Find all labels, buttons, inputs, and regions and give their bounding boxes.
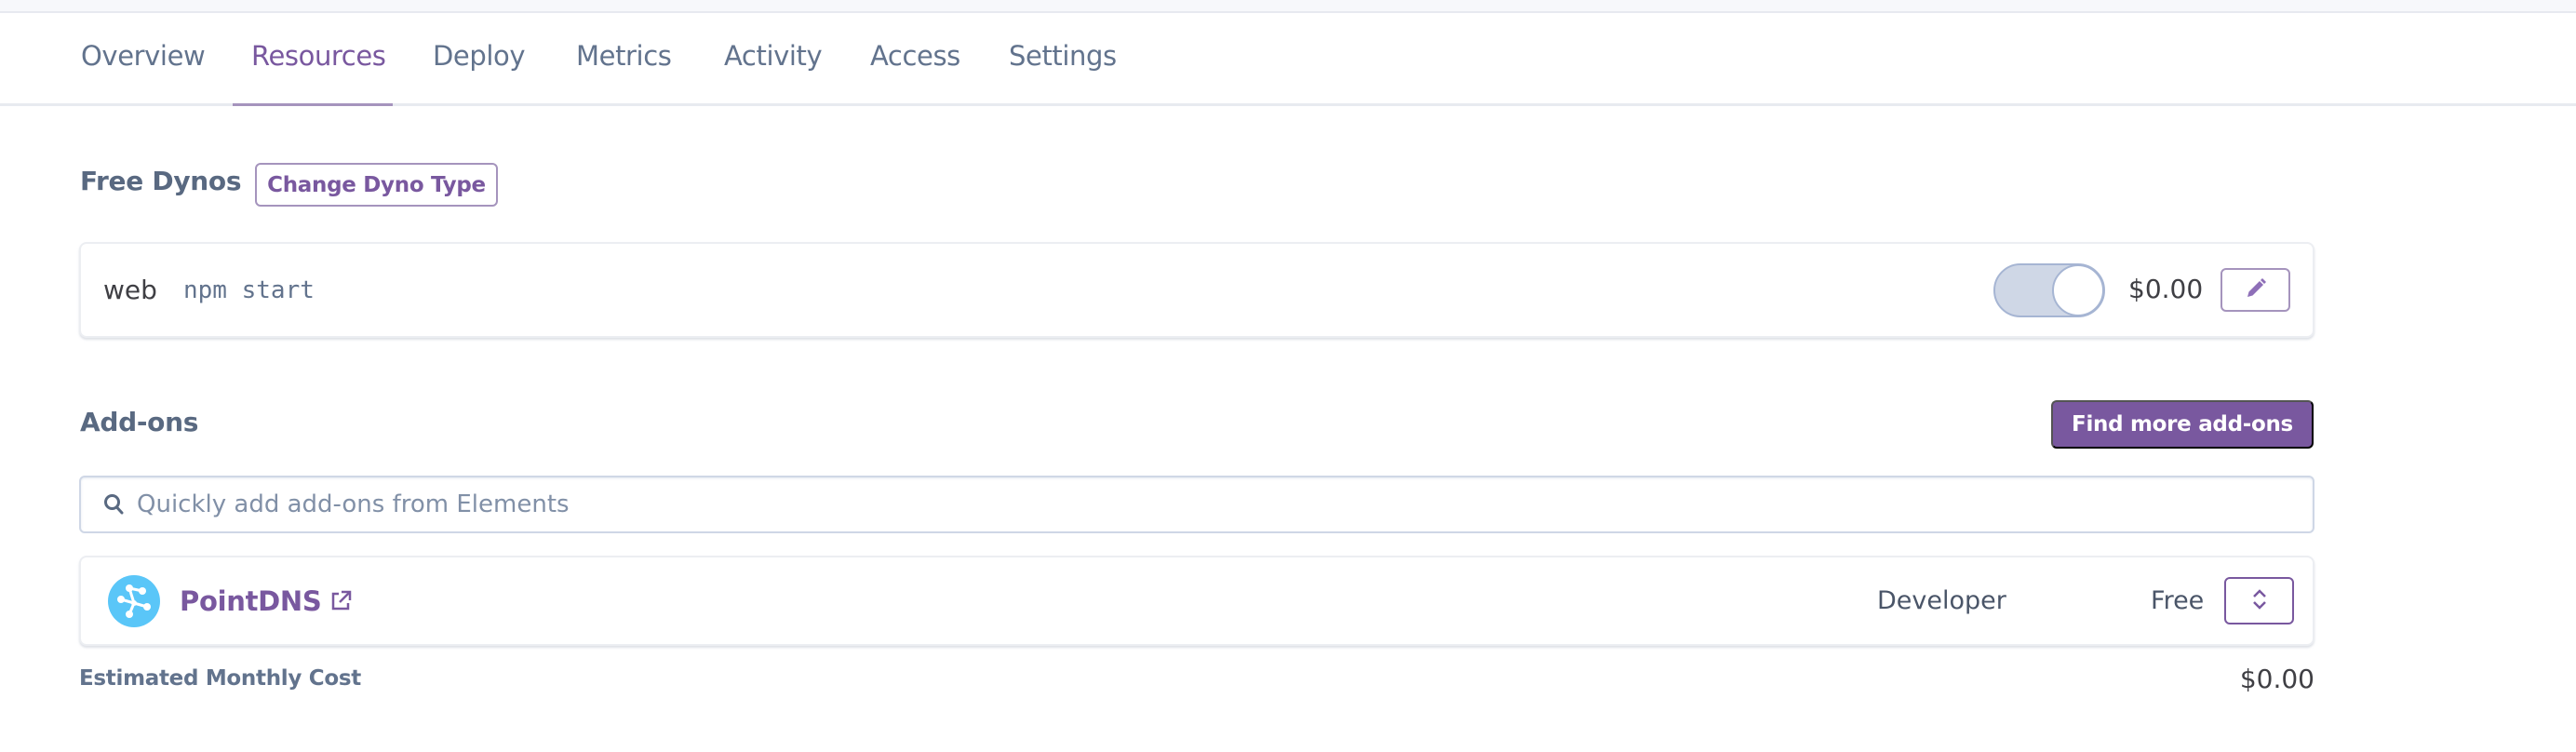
addon-name: PointDNS (180, 584, 322, 617)
dyno-cost: $0.00 (2128, 274, 2204, 304)
addon-plan-selector-button[interactable] (2224, 577, 2294, 624)
chevron-up-down-icon (2252, 588, 2267, 613)
tab-bar: Overview Resources Deploy Metrics Activi… (0, 13, 2576, 106)
toggle-knob (2052, 264, 2104, 316)
dyno-toggle[interactable] (1993, 263, 2105, 317)
addon-price: Free (2151, 586, 2205, 615)
active-tab-indicator (233, 103, 393, 106)
tab-settings[interactable]: Settings (1009, 13, 1117, 106)
dynos-heading: Free Dynos (80, 166, 242, 196)
change-dyno-type-button[interactable]: Change Dyno Type (255, 163, 498, 207)
addons-heading: Add-ons (80, 407, 199, 437)
top-strip (0, 0, 2576, 13)
addon-search (79, 476, 2314, 533)
edit-dyno-button[interactable] (2220, 268, 2290, 312)
estimated-cost-value: $0.00 (2239, 664, 2314, 694)
pointdns-logo-icon (108, 575, 160, 627)
addon-search-input[interactable] (137, 477, 2313, 531)
dyno-command: npm start (183, 275, 315, 304)
pencil-icon (2245, 277, 2267, 302)
addon-name-link[interactable]: PointDNS (180, 557, 353, 644)
tab-deploy[interactable]: Deploy (433, 13, 526, 106)
dyno-name: web (103, 275, 157, 305)
dyno-row: web npm start (79, 242, 2314, 338)
search-icon (103, 493, 126, 516)
tab-metrics[interactable]: Metrics (576, 13, 672, 106)
estimated-cost-label: Estimated Monthly Cost (79, 666, 361, 691)
tab-access[interactable]: Access (870, 13, 960, 106)
tab-activity[interactable]: Activity (724, 13, 823, 106)
tab-overview[interactable]: Overview (81, 13, 206, 106)
find-more-addons-button[interactable]: Find more add-ons (2051, 400, 2314, 449)
external-link-icon (329, 589, 353, 613)
tab-resources[interactable]: Resources (251, 13, 386, 106)
addon-plan: Developer (1877, 586, 2006, 615)
addon-row: PointDNS Developer Free (79, 556, 2314, 646)
